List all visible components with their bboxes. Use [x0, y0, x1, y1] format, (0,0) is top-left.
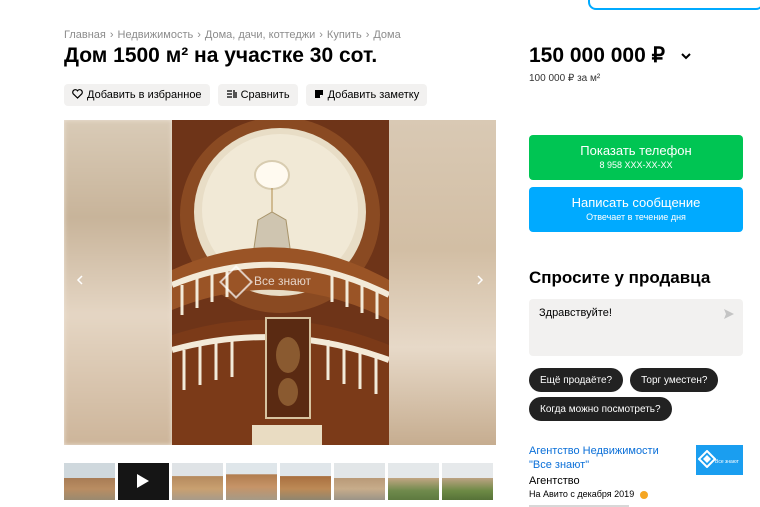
breadcrumb-item[interactable]: Дома — [373, 29, 400, 41]
add-to-favorites-button[interactable]: Добавить в избранное — [64, 84, 210, 106]
play-icon — [137, 474, 149, 488]
write-message-label: Написать сообщение — [571, 195, 701, 210]
chevron-down-icon[interactable] — [678, 48, 694, 64]
breadcrumb-separator: › — [319, 29, 323, 41]
seller-since-text: На Авито с декабря 2019 — [529, 489, 635, 499]
seller-logo-text: Все знают — [715, 459, 739, 465]
response-time: Отвечает в течение дня — [586, 212, 686, 222]
photo-gallery[interactable]: Все знают — [64, 120, 496, 445]
seller-name-link[interactable]: Агентство Недвижимости "Все знают" — [529, 444, 679, 472]
note-icon — [314, 89, 324, 102]
seller-logo-icon — [698, 450, 716, 468]
heart-icon — [72, 88, 83, 102]
breadcrumb-separator: › — [365, 29, 370, 41]
breadcrumb-item[interactable]: Главная — [64, 29, 106, 41]
thumbnail-strip — [64, 463, 493, 500]
header-search-input[interactable] — [588, 0, 760, 10]
breadcrumb-item[interactable]: Недвижимость — [118, 29, 194, 41]
watermark-text: Все знают — [254, 274, 312, 289]
quick-questions-row-2: Когда можно посмотреть? — [529, 397, 672, 421]
thumbnail[interactable] — [334, 463, 385, 500]
seller-since: На Авито с декабря 2019 — [529, 489, 648, 499]
chevron-left-icon[interactable] — [72, 274, 88, 290]
video-thumbnail[interactable] — [118, 463, 169, 500]
breadcrumb-item[interactable]: Купить — [327, 29, 362, 41]
listing-actions: Добавить в избранное Сравнить Добавить з… — [64, 84, 428, 106]
breadcrumb-separator: › — [197, 29, 201, 41]
compare-icon — [226, 89, 237, 102]
quick-question-chip[interactable]: Торг уместен? — [630, 368, 719, 392]
quick-question-chip[interactable]: Ещё продаёте? — [529, 368, 624, 392]
thumbnail[interactable] — [226, 463, 277, 500]
ask-seller-title: Спросите у продавца — [529, 268, 711, 287]
seller-logo[interactable]: Все знают — [696, 445, 743, 475]
write-message-button[interactable]: Написать сообщение Отвечает в течение дн… — [529, 187, 743, 232]
thumbnail[interactable] — [280, 463, 331, 500]
thumbnail[interactable] — [388, 463, 439, 500]
watermark-icon — [219, 265, 253, 299]
price: 150 000 000 ₽ — [529, 44, 665, 67]
show-phone-label: Показать телефон — [580, 143, 692, 158]
add-to-favorites-label: Добавить в избранное — [87, 89, 202, 101]
quick-question-chip[interactable]: Когда можно посмотреть? — [529, 397, 672, 421]
add-note-label: Добавить заметку — [327, 89, 420, 101]
quick-questions: Ещё продаёте? Торг уместен? — [529, 368, 719, 392]
message-input-text: Здравствуйте! — [539, 307, 612, 319]
watermark: Все знают — [219, 265, 312, 299]
send-icon[interactable] — [723, 307, 735, 319]
chevron-right-icon[interactable] — [472, 274, 488, 290]
breadcrumb: Главная › Недвижимость › Дома, дачи, коттедж… — [64, 29, 401, 41]
breadcrumb-separator: › — [109, 29, 114, 41]
thumbnail[interactable] — [172, 463, 223, 500]
price-per-m2: 100 000 ₽ за м² — [529, 73, 601, 84]
breadcrumb-item[interactable]: Дома, дачи, коттеджи — [205, 29, 315, 41]
page-title: Дом 1500 м² на участке 30 сот. — [64, 44, 378, 67]
compare-button[interactable]: Сравнить — [217, 84, 298, 106]
compare-label: Сравнить — [240, 89, 290, 101]
thumbnail[interactable] — [442, 463, 493, 500]
add-note-button[interactable]: Добавить заметку — [305, 84, 428, 106]
phone-number: 8 958 XXX-XX-XX — [599, 160, 673, 170]
thumbnail[interactable] — [64, 463, 115, 500]
emoji-icon — [639, 490, 648, 499]
show-phone-button[interactable]: Показать телефон 8 958 XXX-XX-XX — [529, 135, 743, 180]
message-input[interactable]: Здравствуйте! — [529, 299, 743, 356]
seller-type: Агентство — [529, 475, 580, 487]
